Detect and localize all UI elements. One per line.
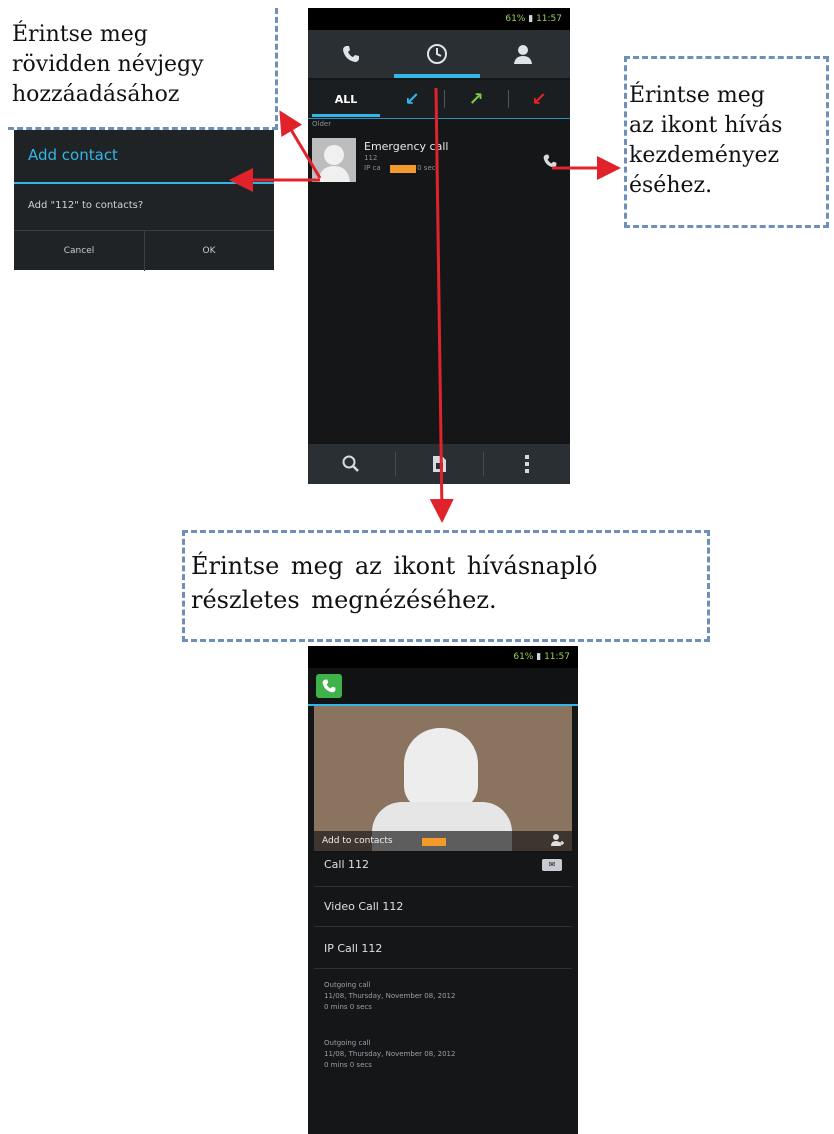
arrow-to-details-callout (429, 87, 454, 523)
arrow-to-add-contact-callout (279, 110, 322, 179)
annotation-arrows (229, 87, 621, 523)
